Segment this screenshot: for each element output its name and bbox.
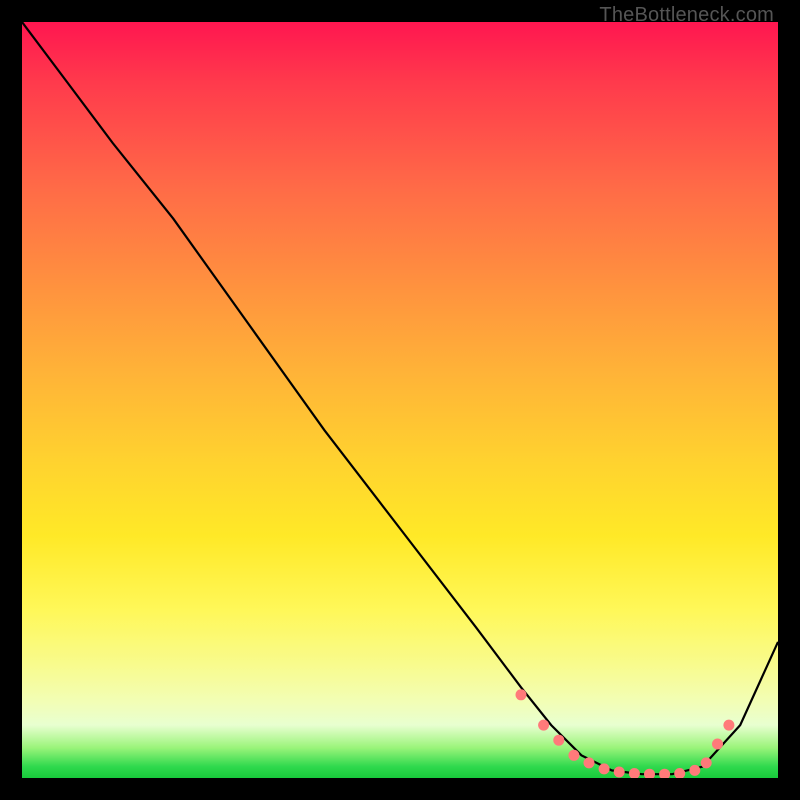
marker-dot (614, 767, 625, 778)
watermark-text: TheBottleneck.com (599, 4, 774, 27)
curve-path (22, 22, 778, 774)
marker-dot (674, 768, 685, 778)
chart-container: TheBottleneck.com (0, 0, 800, 800)
marker-dot (584, 757, 595, 768)
marker-dot (629, 768, 640, 778)
chart-svg (22, 22, 778, 778)
marker-dot (659, 769, 670, 778)
marker-dots (516, 689, 735, 778)
marker-dot (599, 763, 610, 774)
marker-dot (516, 689, 527, 700)
marker-dot (723, 720, 734, 731)
marker-dot (553, 735, 564, 746)
marker-dot (712, 739, 723, 750)
curve-line (22, 22, 778, 774)
marker-dot (689, 765, 700, 776)
marker-dot (644, 769, 655, 778)
marker-dot (538, 720, 549, 731)
marker-dot (568, 750, 579, 761)
marker-dot (701, 757, 712, 768)
